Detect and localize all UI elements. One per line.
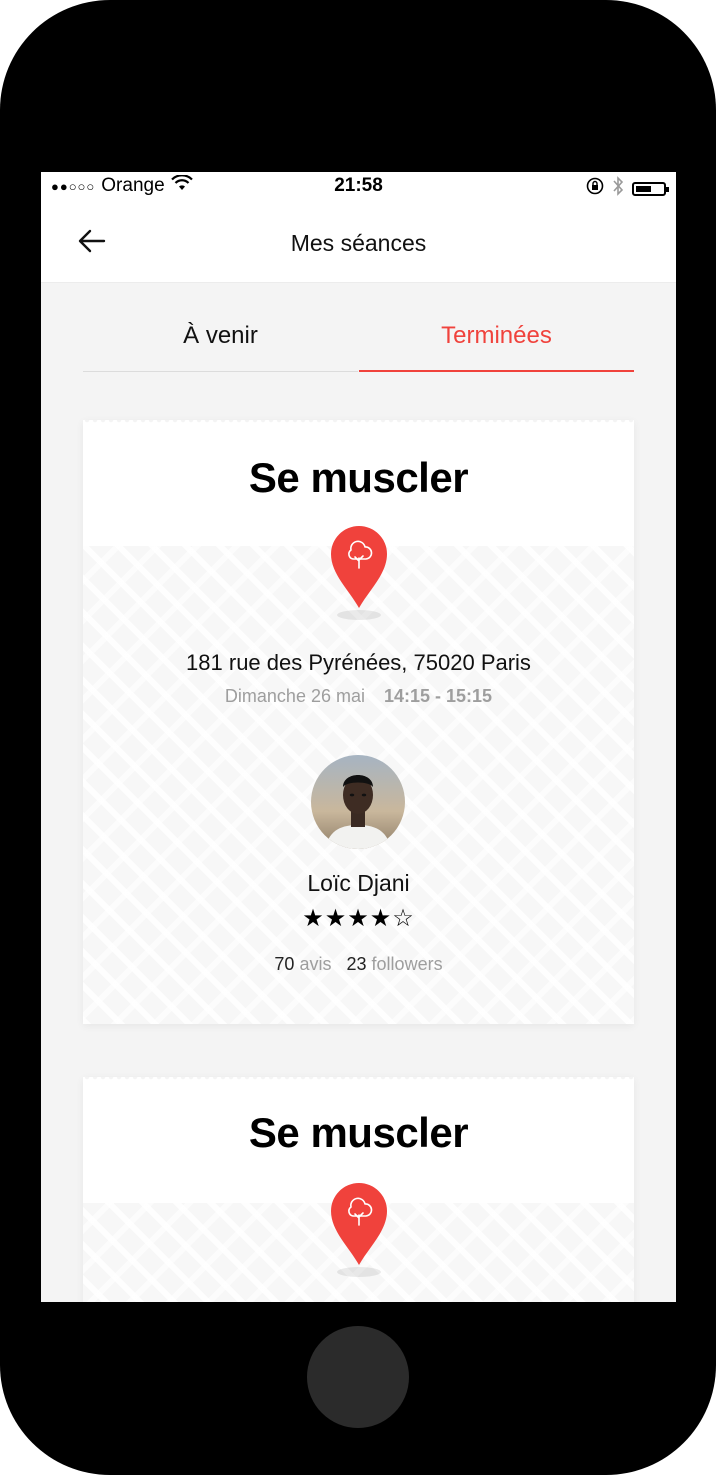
coach-rating-stars: ★★★★☆ [302,905,415,932]
coach-avatar[interactable] [311,755,405,849]
pin-shadow [337,1267,381,1277]
followers-label: followers [371,954,443,974]
reviews-count: 70 [274,954,295,974]
session-title: Se muscler [248,454,469,501]
card-perforated-edge [83,1077,634,1081]
session-address: 181 rue des Pyrénées, 75020 Paris [186,650,531,675]
session-card[interactable]: Se muscler 181 rue des Pyrénées, 75020 P… [83,420,634,1024]
tab-upcoming[interactable]: À venir [83,318,358,372]
home-button[interactable] [307,1326,409,1428]
pin-shadow [337,610,381,620]
screen: ●●○○○ Orange 21:58 Mes séances À venir T… [41,172,676,1302]
session-tabs: À venir Terminées [83,318,634,372]
reviews-label: avis [299,954,332,974]
session-card[interactable]: Se muscler [83,1077,634,1302]
status-bar: ●●○○○ Orange 21:58 [41,172,676,200]
page-title: Mes séances [290,230,427,256]
coach-photo [311,755,405,849]
tree-pin-icon [331,526,387,608]
coach-stats: 70 avis 23 followers [83,954,634,975]
phone-frame: ●●○○○ Orange 21:58 Mes séances À venir T… [0,0,716,1475]
session-time: 14:15 - 15:15 [384,686,493,706]
session-title: Se muscler [248,1109,469,1156]
session-date: Dimanche 26 mai [224,686,365,706]
bluetooth-icon [612,176,624,202]
rotation-lock-icon [586,177,604,201]
clock: 21:58 [334,175,383,196]
navigation-bar: Mes séances [41,200,676,283]
tab-completed[interactable]: Terminées [359,318,634,372]
followers-count: 23 [346,954,367,974]
coach-name[interactable]: Loïc Djani [83,870,634,897]
tree-pin-icon [331,1183,387,1265]
session-schedule: Dimanche 26 mai 14:15 - 15:15 [83,686,634,707]
card-perforated-edge [83,420,634,424]
battery-icon [632,182,669,196]
